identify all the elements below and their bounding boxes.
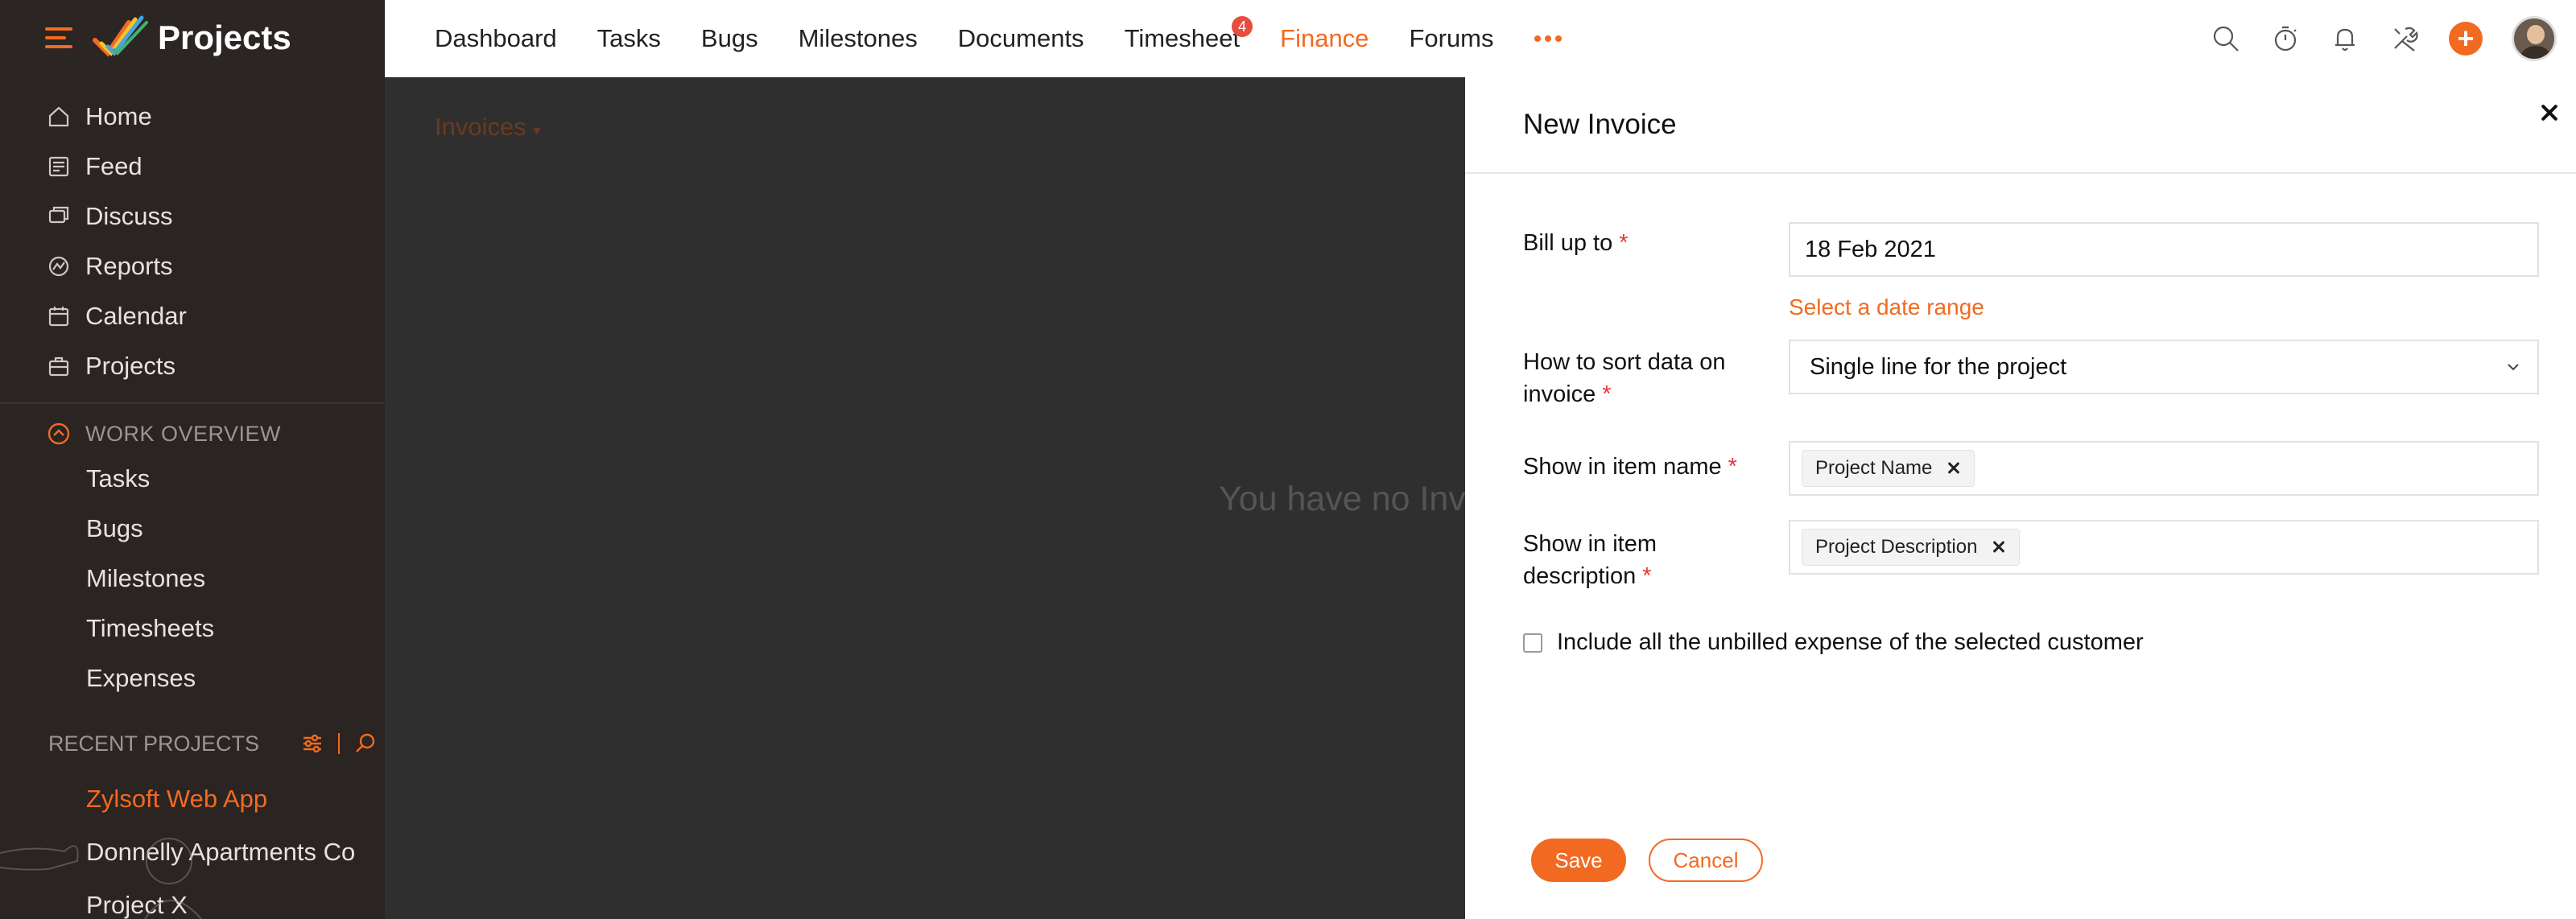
add-new-button[interactable]: + — [2449, 22, 2483, 56]
panel-header: New Invoice — [1465, 77, 2576, 174]
item-name-multiselect[interactable]: Project Name — [1789, 441, 2539, 496]
unbilled-expense-checkbox[interactable] — [1523, 633, 1542, 653]
projects-icon — [48, 356, 69, 377]
sidebar-item-home[interactable]: Home — [0, 92, 385, 142]
sidebar-item-label: Calendar — [85, 302, 187, 330]
remove-tag-icon[interactable] — [1946, 461, 1961, 476]
tab-timesheet[interactable]: Timesheet 4 — [1124, 0, 1253, 77]
top-actions: + — [2211, 0, 2557, 77]
calendar-icon — [48, 307, 69, 327]
save-button[interactable]: Save — [1531, 839, 1626, 882]
tab-milestones[interactable]: Milestones — [799, 0, 918, 77]
sidebar-item-calendar[interactable]: Calendar — [0, 291, 385, 341]
top-tabs: Dashboard Tasks Bugs Milestones Document… — [385, 0, 1562, 77]
item-description-label: Show in item description * — [1523, 531, 1657, 589]
sidebar-item-milestones[interactable]: Milestones — [0, 554, 385, 604]
tag-label: Project Description — [1815, 536, 1978, 558]
sort-data-select[interactable]: Single line for the project — [1789, 340, 2539, 394]
tag-label: Project Name — [1815, 457, 1933, 479]
empty-state-message: You have no Inv — [1219, 480, 1465, 518]
sidebar-item-feed[interactable]: Feed — [0, 142, 385, 192]
tab-documents[interactable]: Documents — [958, 0, 1084, 77]
sidebar-item-timesheets[interactable]: Timesheets — [0, 604, 385, 653]
sidebar: Projects Home Feed Discuss Reports Calen… — [0, 0, 385, 919]
discuss-icon — [48, 206, 69, 224]
sidebar-divider — [0, 402, 385, 404]
timesheet-count-badge: 4 — [1232, 16, 1253, 37]
bill-up-to-date-input[interactable]: 18 Feb 2021 — [1789, 222, 2539, 277]
sidebar-item-label: Feed — [85, 152, 142, 180]
search-icon[interactable] — [354, 732, 377, 755]
search-icon[interactable] — [2211, 23, 2241, 54]
sidebar-item-expenses[interactable]: Expenses — [0, 653, 385, 703]
sort-data-value: Single line for the project — [1810, 353, 2067, 380]
work-overview-header[interactable]: WORK OVERVIEW — [0, 414, 385, 454]
app-title: Projects — [158, 19, 291, 56]
close-icon[interactable] — [2533, 97, 2565, 129]
bell-icon[interactable] — [2330, 23, 2360, 54]
more-tabs-icon[interactable] — [1534, 35, 1562, 42]
chevron-down-icon: ▾ — [533, 122, 541, 138]
tab-timesheet-label: Timesheet — [1124, 24, 1241, 52]
bill-up-to-label: Bill up to * — [1523, 230, 1629, 256]
remove-tag-icon[interactable] — [1992, 540, 2006, 554]
sidebar-nav: Home Feed Discuss Reports Calendar Proje… — [0, 92, 385, 391]
collapse-chevron-icon — [47, 422, 70, 445]
brand-bar: Projects — [0, 0, 385, 76]
tools-divider — [338, 733, 341, 754]
recent-projects-title: RECENT PROJECTS — [48, 731, 260, 756]
panel-title: New Invoice — [1523, 109, 1677, 140]
home-icon — [48, 106, 69, 127]
invoices-dropdown: Invoices ▾ — [435, 113, 540, 142]
recent-projects-tools — [301, 732, 377, 755]
tab-finance[interactable]: Finance — [1280, 0, 1368, 77]
sidebar-item-discuss[interactable]: Discuss — [0, 192, 385, 241]
sidebar-item-label: Home — [85, 102, 152, 130]
sidebar-item-label: Projects — [85, 352, 175, 380]
timer-icon[interactable] — [2270, 23, 2301, 54]
tools-icon[interactable] — [2389, 23, 2420, 54]
item-description-multiselect[interactable]: Project Description — [1789, 520, 2539, 575]
new-invoice-panel: New Invoice Bill up to * 18 Feb 2021 Sele… — [1465, 77, 2576, 919]
main-content-overlay: Invoices ▾ You have no Inv — [385, 77, 1465, 919]
tab-dashboard[interactable]: Dashboard — [435, 0, 557, 77]
recent-projects-header: RECENT PROJECTS — [0, 715, 385, 773]
sidebar-item-label: Discuss — [85, 202, 173, 230]
work-overview-title: WORK OVERVIEW — [85, 421, 282, 446]
reports-icon — [48, 256, 69, 277]
sidebar-item-reports[interactable]: Reports — [0, 241, 385, 291]
chevron-down-icon — [2508, 364, 2519, 371]
item-name-label: Show in item name * — [1523, 454, 1737, 480]
avatar[interactable] — [2512, 16, 2557, 61]
sidebar-item-bugs[interactable]: Bugs — [0, 504, 385, 554]
invoices-dropdown-label: Invoices — [435, 113, 526, 141]
projects-logo-icon — [93, 15, 148, 57]
feed-icon — [48, 156, 69, 177]
project-description-tag: Project Description — [1802, 529, 2021, 566]
tab-bugs[interactable]: Bugs — [701, 0, 758, 77]
sort-data-label: How to sort data on invoice * — [1523, 349, 1726, 407]
sidebar-item-projects[interactable]: Projects — [0, 341, 385, 391]
top-navigation-bar: Dashboard Tasks Bugs Milestones Document… — [385, 0, 2576, 77]
sidebar-item-label: Reports — [85, 252, 173, 280]
select-date-range-link[interactable]: Select a date range — [1789, 295, 1984, 320]
filter-settings-icon[interactable] — [301, 732, 324, 755]
hamburger-menu-icon[interactable] — [45, 27, 72, 48]
project-name-tag: Project Name — [1802, 450, 1975, 487]
sidebar-illustration — [0, 838, 202, 919]
cancel-button[interactable]: Cancel — [1649, 839, 1763, 882]
unbilled-expense-option: Include all the unbilled expense of the … — [1523, 629, 2144, 656]
tab-forums[interactable]: Forums — [1409, 0, 1493, 77]
tab-tasks[interactable]: Tasks — [597, 0, 661, 77]
sidebar-item-tasks[interactable]: Tasks — [0, 454, 385, 504]
unbilled-expense-label: Include all the unbilled expense of the … — [1557, 629, 2144, 655]
